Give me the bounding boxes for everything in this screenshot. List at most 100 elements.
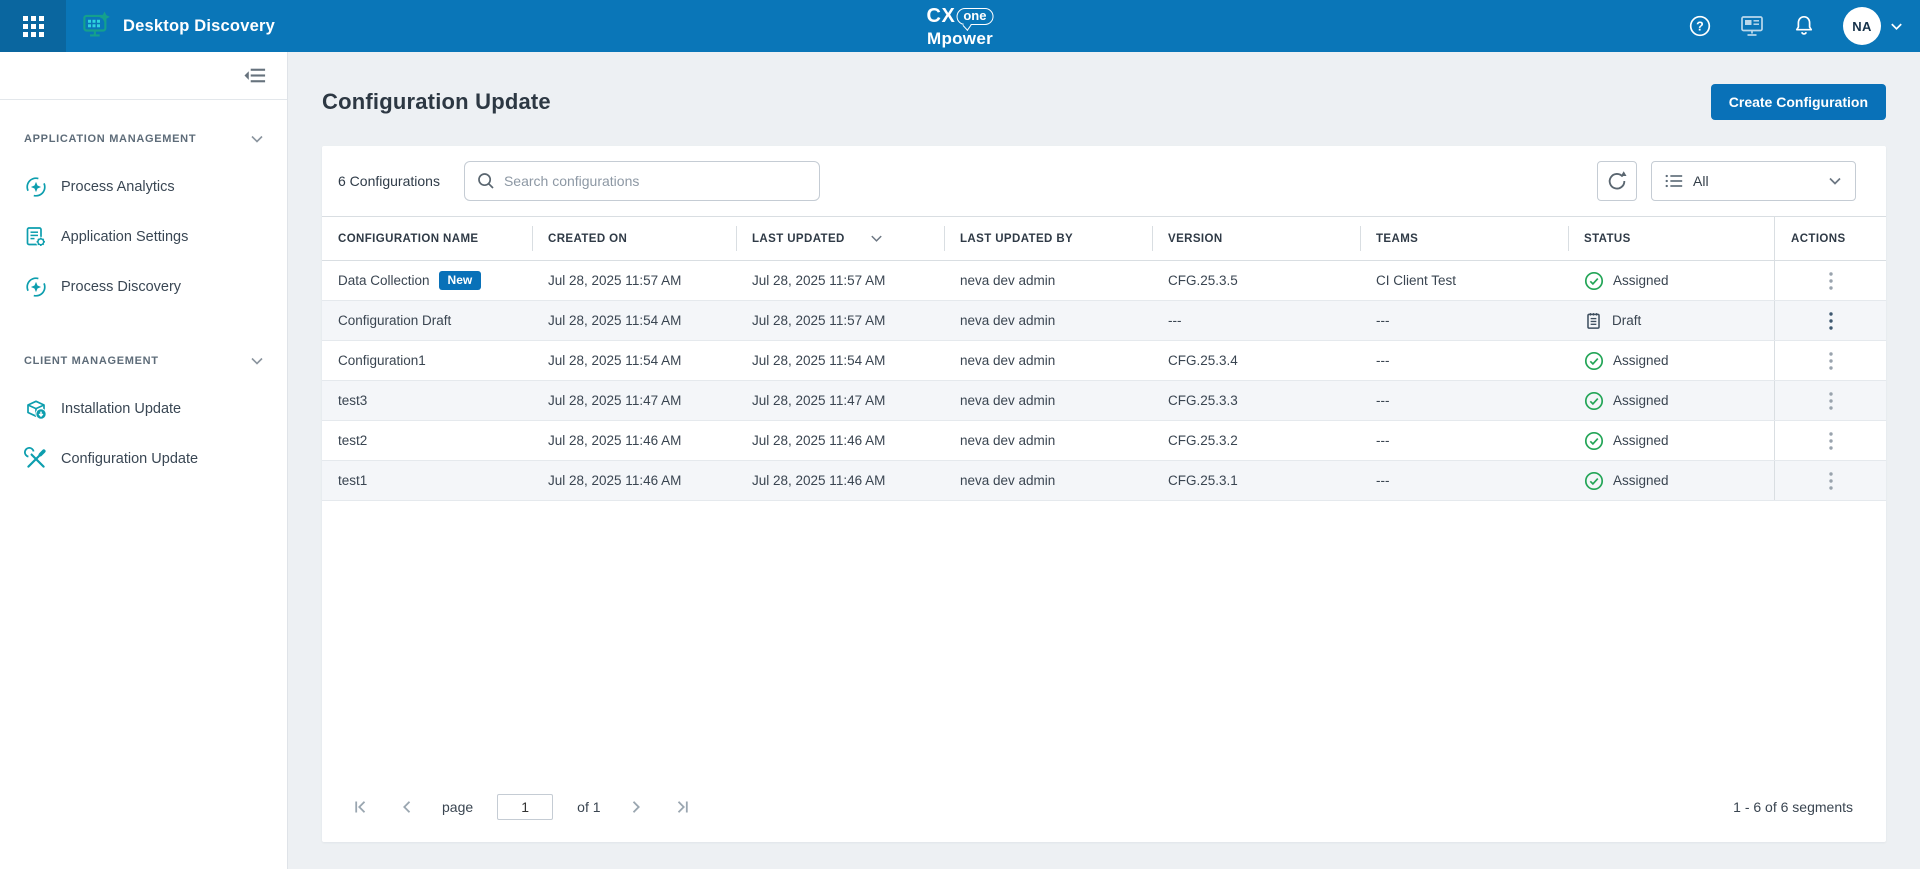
kebab-menu-icon: [1828, 391, 1834, 411]
kebab-menu-icon: [1828, 271, 1834, 291]
search-input[interactable]: [504, 173, 809, 189]
main-content: Configuration Update Create Configuratio…: [289, 52, 1920, 869]
column-header-version[interactable]: VERSION: [1152, 217, 1360, 260]
help-button[interactable]: ?: [1688, 14, 1712, 38]
row-actions-menu-button[interactable]: [1820, 467, 1842, 495]
table-header-row: CONFIGURATION NAME CREATED ON LAST UPDAT…: [322, 216, 1886, 261]
next-page-button[interactable]: [625, 796, 647, 818]
row-actions-menu-button[interactable]: [1820, 427, 1842, 455]
config-name: test1: [322, 461, 532, 500]
last-updated-by-cell: neva dev admin: [944, 421, 1152, 460]
page-title: Configuration Update: [322, 89, 551, 115]
training-button[interactable]: [1739, 13, 1765, 39]
collapse-sidebar-button[interactable]: [244, 64, 267, 87]
header-actions: ? NA: [1688, 0, 1904, 52]
column-header-last-updated-by[interactable]: LAST UPDATED BY: [944, 217, 1152, 260]
cxone-mpower-logo: CX one Mpower: [927, 5, 994, 49]
last-updated-by-cell: neva dev admin: [944, 381, 1152, 420]
filter-selected-value: All: [1693, 173, 1709, 189]
sidebar-section-application-management: APPLICATION MANAGEMENT Process Analytics: [0, 128, 287, 312]
presentation-screen-icon: [1739, 13, 1765, 39]
configuration-update-icon: [24, 447, 48, 471]
status-label: Assigned: [1613, 393, 1669, 408]
sidebar-item-configuration-update[interactable]: Configuration Update: [0, 434, 287, 484]
last-updated-cell: Jul 28, 2025 11:47 AM: [736, 381, 944, 420]
notifications-button[interactable]: [1792, 14, 1816, 38]
last-updated-cell: Jul 28, 2025 11:57 AM: [736, 301, 944, 340]
row-actions-menu-button[interactable]: [1820, 347, 1842, 375]
configurations-panel: 6 Configurations: [322, 146, 1886, 842]
status-filter-dropdown[interactable]: All: [1651, 161, 1856, 201]
created-on-cell: Jul 28, 2025 11:46 AM: [532, 421, 736, 460]
row-actions-menu-button[interactable]: [1820, 307, 1842, 335]
user-menu-button[interactable]: NA: [1843, 7, 1904, 45]
new-badge: New: [439, 271, 482, 290]
last-page-button[interactable]: [671, 796, 693, 818]
table-row[interactable]: test3 Jul 28, 2025 11:47 AM Jul 28, 2025…: [322, 381, 1886, 421]
table-row[interactable]: test2 Jul 28, 2025 11:46 AM Jul 28, 2025…: [322, 421, 1886, 461]
section-header-application-management[interactable]: APPLICATION MANAGEMENT: [0, 128, 287, 150]
chevron-down-icon: [1889, 19, 1904, 34]
last-updated-cell: Jul 28, 2025 11:57 AM: [736, 261, 944, 300]
status-label: Draft: [1612, 313, 1641, 328]
last-updated-by-cell: neva dev admin: [944, 261, 1152, 300]
last-updated-by-cell: neva dev admin: [944, 461, 1152, 500]
table-row[interactable]: Configuration1 Jul 28, 2025 11:54 AM Jul…: [322, 341, 1886, 381]
row-actions-menu-button[interactable]: [1820, 387, 1842, 415]
created-on-cell: Jul 28, 2025 11:57 AM: [532, 261, 736, 300]
teams-cell: ---: [1360, 421, 1568, 460]
section-header-client-management[interactable]: CLIENT MANAGEMENT: [0, 350, 287, 372]
search-box: [464, 161, 820, 201]
app-launcher-button[interactable]: [0, 0, 66, 52]
sidebar-item-process-analytics[interactable]: Process Analytics: [0, 162, 287, 212]
table-row[interactable]: test1 Jul 28, 2025 11:46 AM Jul 28, 2025…: [322, 461, 1886, 501]
process-analytics-icon: [24, 175, 48, 199]
row-actions-menu-button[interactable]: [1820, 267, 1842, 295]
list-filter-icon: [1664, 171, 1684, 191]
last-updated-cell: Jul 28, 2025 11:46 AM: [736, 421, 944, 460]
sidebar: APPLICATION MANAGEMENT Process Analytics: [0, 52, 288, 869]
pagination-bar: page of 1 1 - 6 of 6 segments: [322, 778, 1886, 842]
help-icon: ?: [1688, 14, 1712, 38]
assigned-check-icon: [1584, 431, 1604, 451]
version-cell: CFG.25.3.5: [1152, 261, 1360, 300]
sidebar-item-process-discovery[interactable]: Process Discovery: [0, 262, 287, 312]
column-header-configuration-name[interactable]: CONFIGURATION NAME: [322, 217, 532, 260]
application-settings-icon: [24, 225, 48, 249]
kebab-menu-icon: [1828, 351, 1834, 371]
sidebar-item-application-settings[interactable]: Application Settings: [0, 212, 287, 262]
status-cell: Assigned: [1568, 421, 1774, 460]
table-row[interactable]: Data Collection New Jul 28, 2025 11:57 AM…: [322, 261, 1886, 301]
first-page-button[interactable]: [350, 796, 372, 818]
assigned-check-icon: [1584, 351, 1604, 371]
version-cell: CFG.25.3.1: [1152, 461, 1360, 500]
table-toolbar: 6 Configurations: [322, 146, 1886, 216]
apps-grid-icon: [23, 16, 44, 37]
created-on-cell: Jul 28, 2025 11:46 AM: [532, 461, 736, 500]
sidebar-item-installation-update[interactable]: Installation Update: [0, 384, 287, 434]
app-header: Desktop Discovery CX one Mpower ?: [0, 0, 1920, 52]
status-label: Assigned: [1613, 433, 1669, 448]
configurations-table: CONFIGURATION NAME CREATED ON LAST UPDAT…: [322, 216, 1886, 501]
column-header-teams[interactable]: TEAMS: [1360, 217, 1568, 260]
collapse-sidebar-icon: [244, 64, 267, 87]
column-header-status[interactable]: STATUS: [1568, 217, 1774, 260]
sort-descending-icon[interactable]: [869, 231, 884, 246]
search-icon: [477, 172, 495, 190]
column-header-created-on[interactable]: CREATED ON: [532, 217, 736, 260]
previous-page-button[interactable]: [396, 796, 418, 818]
created-on-cell: Jul 28, 2025 11:47 AM: [532, 381, 736, 420]
refresh-button[interactable]: [1597, 161, 1637, 201]
process-discovery-icon: [24, 275, 48, 299]
refresh-icon: [1606, 170, 1628, 192]
table-row[interactable]: Configuration Draft Jul 28, 2025 11:54 A…: [322, 301, 1886, 341]
kebab-menu-icon: [1828, 431, 1834, 451]
page-number-input[interactable]: [497, 794, 553, 820]
config-name: Data Collection: [338, 273, 430, 288]
status-label: Assigned: [1613, 273, 1669, 288]
column-header-last-updated[interactable]: LAST UPDATED: [736, 217, 944, 260]
create-configuration-button[interactable]: Create Configuration: [1711, 84, 1886, 120]
created-on-cell: Jul 28, 2025 11:54 AM: [532, 341, 736, 380]
status-label: Assigned: [1613, 353, 1669, 368]
page: Desktop Discovery CX one Mpower ?: [0, 0, 1920, 869]
